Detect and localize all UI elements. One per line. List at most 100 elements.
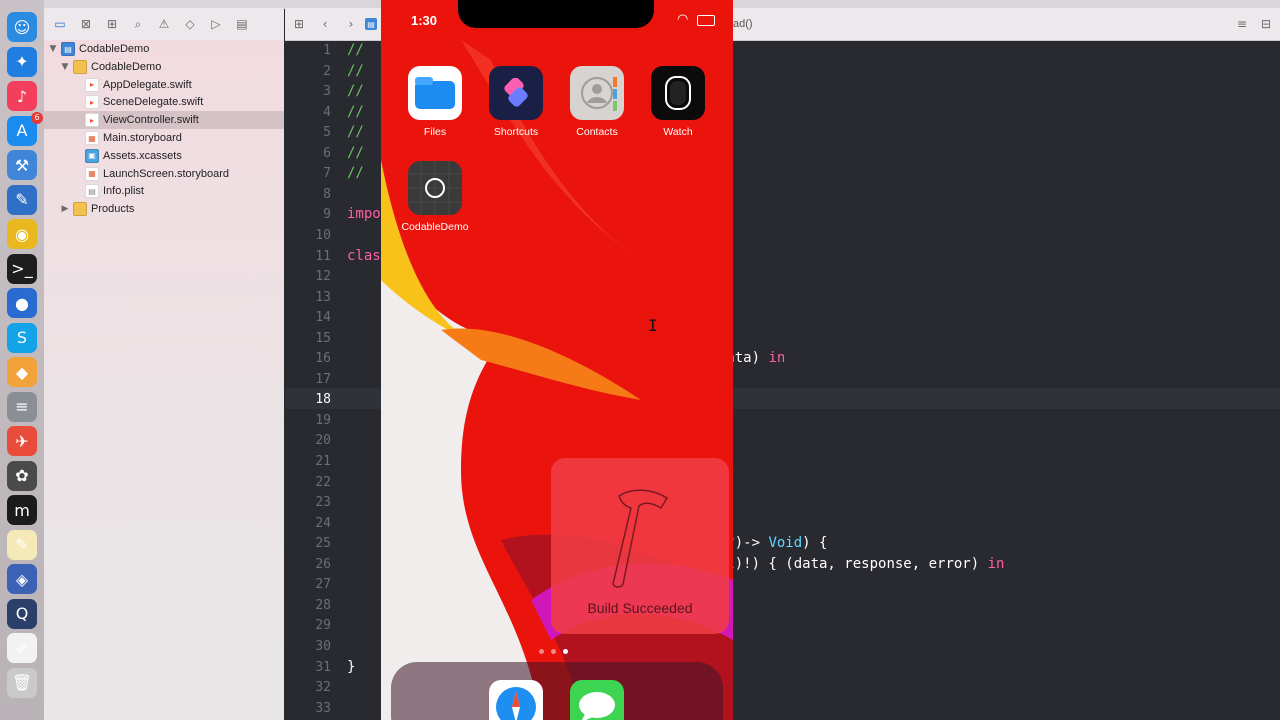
disclosure-triangle-icon[interactable]: ▼ [60, 62, 70, 72]
app-files[interactable]: Files [399, 66, 471, 138]
finder-icon[interactable]: ☺ [7, 12, 37, 42]
color-picker-icon[interactable]: ✿ [7, 460, 37, 491]
page-dot[interactable] [539, 649, 544, 654]
code-line: // [347, 104, 364, 120]
find-navigator-icon[interactable]: ⌕ [128, 14, 148, 34]
app-codabledemo[interactable]: CodableDemo [399, 161, 471, 233]
folder-file-icon [73, 202, 87, 217]
app-watch[interactable]: Watch [642, 66, 714, 138]
page-dot[interactable] [563, 649, 568, 654]
line-number: 26 [315, 556, 331, 572]
split-editor-icon[interactable]: ⊟ [1256, 14, 1276, 34]
database-icon[interactable]: ≡ [7, 391, 37, 422]
navigator-item[interactable]: ▦ LaunchScreen.storyboard [44, 165, 284, 183]
line-number: 13 [315, 289, 331, 305]
contacts-icon [570, 66, 624, 120]
symbol-navigator-icon[interactable]: ⊞ [102, 14, 122, 34]
source-control-navigator-icon[interactable]: ⊠ [76, 14, 96, 34]
sourcetree-icon[interactable]: ● [7, 288, 37, 318]
test-navigator-icon[interactable]: ◇ [180, 14, 200, 34]
project-file-icon: ▤ [61, 42, 75, 56]
line-number: 22 [315, 474, 331, 490]
quicktime-icon[interactable]: Q [7, 598, 37, 629]
editor-options-icon[interactable]: ≡ [1232, 14, 1252, 34]
disclosure-triangle-icon[interactable]: ▼ [48, 44, 58, 54]
app-contacts[interactable]: Contacts [561, 66, 633, 138]
navigator-item-label: CodableDemo [91, 60, 162, 73]
code-token-keyword: impo [347, 206, 381, 223]
navigator-item[interactable]: ▸ ViewController.swift [44, 111, 284, 130]
line-number: 29 [315, 618, 331, 634]
swift-file-icon: ▸ [85, 77, 99, 92]
xcode-instruments-icon[interactable]: ✎ [7, 184, 37, 215]
terminal-icon[interactable]: >_ [7, 253, 37, 284]
textedit-icon[interactable]: ✐ [7, 633, 37, 663]
safari-dock-icon[interactable] [489, 680, 543, 720]
line-number: 9 [323, 207, 331, 223]
motion-icon[interactable]: m [7, 495, 37, 525]
project-navigator-icon[interactable]: ▭ [50, 14, 70, 34]
code-token-plain: } [347, 658, 356, 675]
navigator-item[interactable]: ▼ ▤ CodableDemo [44, 40, 284, 58]
line-number: 16 [315, 351, 331, 367]
line-number: 10 [315, 227, 331, 243]
code-token-keyword: in [768, 350, 786, 367]
debug-navigator-icon[interactable]: ▷ [206, 14, 226, 34]
navigator-item[interactable]: ▸ SceneDelegate.swift [44, 93, 284, 111]
code-token-comment: // [347, 62, 364, 79]
layers-icon[interactable]: ◈ [7, 564, 37, 594]
trash-icon[interactable]: 🗑 [7, 667, 37, 698]
app-label: Files [423, 126, 447, 138]
navigator-item-label: CodableDemo [79, 43, 150, 55]
paw-icon[interactable]: ✈ [7, 426, 37, 456]
navigator-item[interactable]: ▣ Assets.xcassets [44, 147, 284, 165]
code-token-comment: // [347, 144, 364, 161]
disclosure-triangle-icon[interactable]: ▶ [60, 204, 70, 214]
music-icon[interactable]: ♪ [7, 81, 37, 111]
report-navigator-icon[interactable]: ▤ [232, 14, 252, 34]
line-number: 7 [323, 166, 331, 182]
fish-icon[interactable]: ◆ [7, 357, 37, 387]
navigator-item[interactable]: ▤ Info.plist [44, 182, 284, 200]
chrome-icon[interactable]: ◉ [7, 219, 37, 249]
forward-arrow-icon[interactable]: › [341, 14, 361, 34]
navigator-item[interactable]: ▸ AppDelegate.swift [44, 76, 284, 94]
code-token-comment: // [347, 83, 364, 100]
messages-dock-icon[interactable] [570, 680, 624, 720]
navigator-item[interactable]: ▼ CodableDemo [44, 58, 284, 76]
code-token-keyword: in [987, 555, 1005, 572]
line-number: 21 [315, 454, 331, 469]
jump-bar-method-label[interactable]: ad() [733, 18, 753, 30]
plist-file-icon: ▤ [85, 184, 99, 199]
navigator-item[interactable]: ▶ Products [44, 200, 284, 218]
build-succeeded-hud: Build Succeeded [551, 458, 729, 634]
code-line: // [347, 42, 364, 58]
notification-badge: 6 [31, 111, 43, 124]
back-arrow-icon[interactable]: ‹ [315, 14, 335, 34]
app-shortcuts[interactable]: Shortcuts [480, 66, 552, 138]
page-indicator[interactable] [539, 649, 568, 654]
related-items-icon[interactable]: ⊞ [289, 14, 309, 34]
notes-icon[interactable]: ✎ [7, 529, 37, 560]
app-label: Watch [663, 126, 693, 138]
issue-navigator-icon[interactable]: ⚠ [154, 14, 174, 34]
navigator-item-label: Info.plist [103, 185, 144, 198]
code-token-comment: // [347, 103, 364, 120]
status-bar-time: 1:30 [411, 13, 438, 28]
page-dot[interactable] [551, 649, 556, 654]
files-icon [408, 66, 462, 120]
safari-icon[interactable]: ✦ [7, 46, 37, 77]
navigator-item[interactable]: ▦ Main.storyboard [44, 129, 284, 147]
navigator-item-label: Assets.xcassets [103, 149, 182, 162]
xcode-icon[interactable]: ⚒ [7, 150, 37, 180]
code-line: // [347, 165, 364, 181]
skype-icon[interactable]: S [7, 322, 37, 353]
line-number: 14 [315, 310, 331, 326]
ios-simulator-screen[interactable]: 1:30 ◠ Files Shortcuts Contacts Watch Co… [381, 0, 733, 720]
code-line: impo [347, 206, 381, 222]
line-number: 27 [315, 577, 331, 593]
line-number: 30 [315, 638, 331, 654]
app-store-icon[interactable]: A6 [7, 111, 43, 146]
line-number: 19 [315, 412, 331, 428]
line-number: 3 [323, 84, 331, 100]
